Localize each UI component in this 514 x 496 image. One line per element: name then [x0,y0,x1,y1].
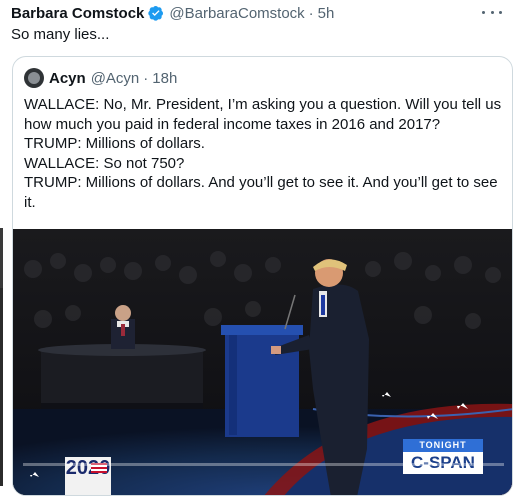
quote-line: TRUMP: Millions of dollars. And you’ll g… [24,174,498,211]
tweet-timestamp[interactable]: 5h [318,5,335,22]
quoted-tweet-header: Acyn @Acyn · 18h [24,68,177,88]
more-horizontal-icon[interactable] [482,4,502,20]
quoted-author-handle[interactable]: @Acyn [91,70,140,87]
quoted-tweet-card[interactable]: Acyn @Acyn · 18h WALLACE: No, Mr. Presid… [12,56,513,496]
badge-label: TONIGHT [403,439,483,452]
verified-badge-icon [148,5,164,21]
author-handle[interactable]: @BarbaraComstock [169,5,304,22]
video-progress-bar[interactable] [23,463,504,466]
video-player[interactable]: 2020 TONIGHT C-SPAN [13,229,512,495]
cspan-badge: TONIGHT C-SPAN [403,439,483,474]
left-edge-strip [0,0,3,486]
quoted-author-name[interactable]: Acyn [49,70,86,87]
quote-line: WALLACE: So not 750? [24,154,185,172]
avatar[interactable] [24,68,44,88]
tweet-text: So many lies... [11,26,110,43]
author-name[interactable]: Barbara Comstock [11,5,144,22]
separator-dot: · [143,69,149,87]
quote-line: WALLACE: No, Mr. President, I’m asking y… [24,96,502,133]
quoted-tweet-timestamp[interactable]: 18h [152,70,177,87]
quoted-tweet-text: WALLACE: No, Mr. President, I’m asking y… [24,95,502,212]
quote-line: TRUMP: Millions of dollars. [24,135,205,152]
tweet-header: Barbara Comstock @BarbaraComstock · 5h [11,3,334,23]
separator-dot: · [308,4,314,22]
